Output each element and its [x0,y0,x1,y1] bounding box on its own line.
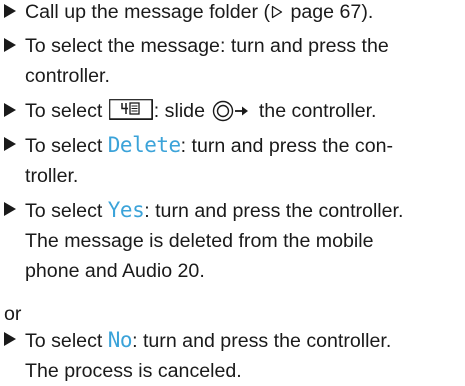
step-text: To select No: turn and press the control… [25,325,462,386]
step-line: To select the message: turn and press th… [25,35,389,57]
step-text-part: To select [25,330,108,352]
step-text: To select Delete: turn and press the con… [25,130,462,191]
step-select-message: To select the message: turn and press th… [4,31,462,91]
step-text: To select the message: turn and press th… [25,31,462,91]
step-text-part: : slide [153,100,211,122]
step-text-part: To select [25,135,108,157]
bullet-arrow-icon [4,137,16,151]
menu-option-yes: Yes [107,198,145,222]
step-select-yes: To select Yes: turn and press the contro… [4,195,462,286]
step-select-delete: To select Delete: turn and press the con… [4,130,462,191]
step-line: controller. [25,65,110,87]
step-text-part: : turn and press the con- [180,135,394,157]
controller-slide-right-icon [213,100,249,122]
step-call-up-folder: Call up the message folder ( page 67). [4,0,462,27]
step-text: Call up the message folder ( page 67). [25,0,462,27]
step-text-part: : turn and press the controller. [144,200,404,222]
step-select-menu: To select : slide the controller. [4,96,462,126]
step-text: To select Yes: turn and press the contro… [25,195,462,286]
step-text-part: the controller. [253,100,377,122]
step-line: The message is deleted from the mobile [25,230,374,252]
bullet-arrow-icon [4,332,16,346]
bullet-arrow-icon [4,103,16,117]
bullet-arrow-icon [4,202,16,216]
step-text: To select : slide the controller. [25,96,462,126]
step-text-part: To select [25,100,108,122]
message-menu-icon [108,99,153,120]
step-text-part: To select [25,200,108,222]
step-line: The process is canceled. [25,360,242,382]
menu-option-no: No [107,328,133,352]
step-line: phone and Audio 20. [25,260,205,282]
step-select-no: To select No: turn and press the control… [4,325,462,386]
step-text-part: page 67). [285,1,374,23]
instruction-page: Call up the message folder ( page 67). T… [0,0,465,385]
bullet-arrow-icon [4,38,16,52]
step-line: troller. [25,165,79,187]
step-text-part: : turn and press the controller. [132,330,392,352]
menu-option-delete: Delete [107,133,181,157]
bullet-arrow-icon [4,4,16,18]
step-text-part: Call up the message folder ( [25,1,271,23]
page-reference-icon [271,5,283,19]
